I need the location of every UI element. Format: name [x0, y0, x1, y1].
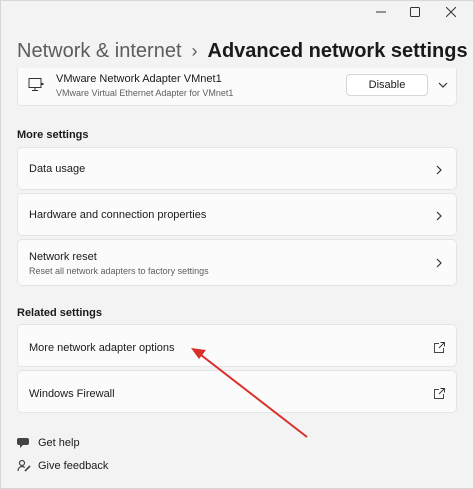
breadcrumb: Network & internet › Advanced network se…: [17, 38, 468, 64]
help-chat-icon: [17, 438, 29, 448]
give-feedback-link[interactable]: Give feedback: [17, 459, 108, 473]
hardware-properties-row[interactable]: Hardware and connection properties: [17, 193, 457, 236]
maximize-icon: [410, 7, 420, 17]
more-settings-heading: More settings: [17, 129, 89, 141]
related-settings-heading: Related settings: [17, 307, 102, 319]
chevron-right-icon: [436, 258, 442, 268]
adapter-description: VMware Virtual Ethernet Adapter for VMne…: [56, 88, 234, 98]
windows-firewall-label: Windows Firewall: [29, 388, 115, 400]
chevron-down-icon[interactable]: [437, 79, 449, 91]
title-bar: [0, 0, 474, 26]
get-help-link[interactable]: Get help: [17, 436, 80, 450]
adapter-card: VMware Network Adapter VMnet1 VMware Vir…: [17, 68, 457, 106]
data-usage-label: Data usage: [29, 163, 86, 175]
feedback-icon: [17, 459, 31, 472]
get-help-label: Get help: [38, 437, 80, 449]
network-reset-label: Network reset: [29, 251, 97, 263]
close-icon: [446, 7, 456, 17]
page-title: Advanced network settings: [207, 39, 468, 62]
more-adapter-options-label: More network adapter options: [29, 342, 175, 354]
give-feedback-label: Give feedback: [38, 460, 109, 472]
chevron-right-icon: [436, 211, 442, 221]
close-button[interactable]: [434, 0, 468, 24]
external-link-icon: [434, 388, 445, 399]
breadcrumb-separator: ›: [191, 40, 198, 61]
minimize-button[interactable]: [364, 0, 398, 24]
adapter-name: VMware Network Adapter VMnet1: [56, 73, 222, 85]
network-adapter-icon: [28, 78, 44, 91]
network-reset-row[interactable]: Network reset Reset all network adapters…: [17, 239, 457, 286]
minimize-icon: [376, 11, 386, 13]
hardware-properties-label: Hardware and connection properties: [29, 209, 207, 221]
chevron-right-icon: [436, 165, 442, 175]
external-link-icon: [434, 342, 445, 353]
maximize-button[interactable]: [398, 0, 432, 24]
data-usage-row[interactable]: Data usage: [17, 147, 457, 190]
breadcrumb-parent[interactable]: Network & internet: [17, 40, 182, 63]
network-reset-subtitle: Reset all network adapters to factory se…: [29, 266, 209, 276]
more-adapter-options-row[interactable]: More network adapter options: [17, 324, 457, 367]
disable-button[interactable]: Disable: [346, 74, 428, 96]
windows-firewall-row[interactable]: Windows Firewall: [17, 370, 457, 413]
